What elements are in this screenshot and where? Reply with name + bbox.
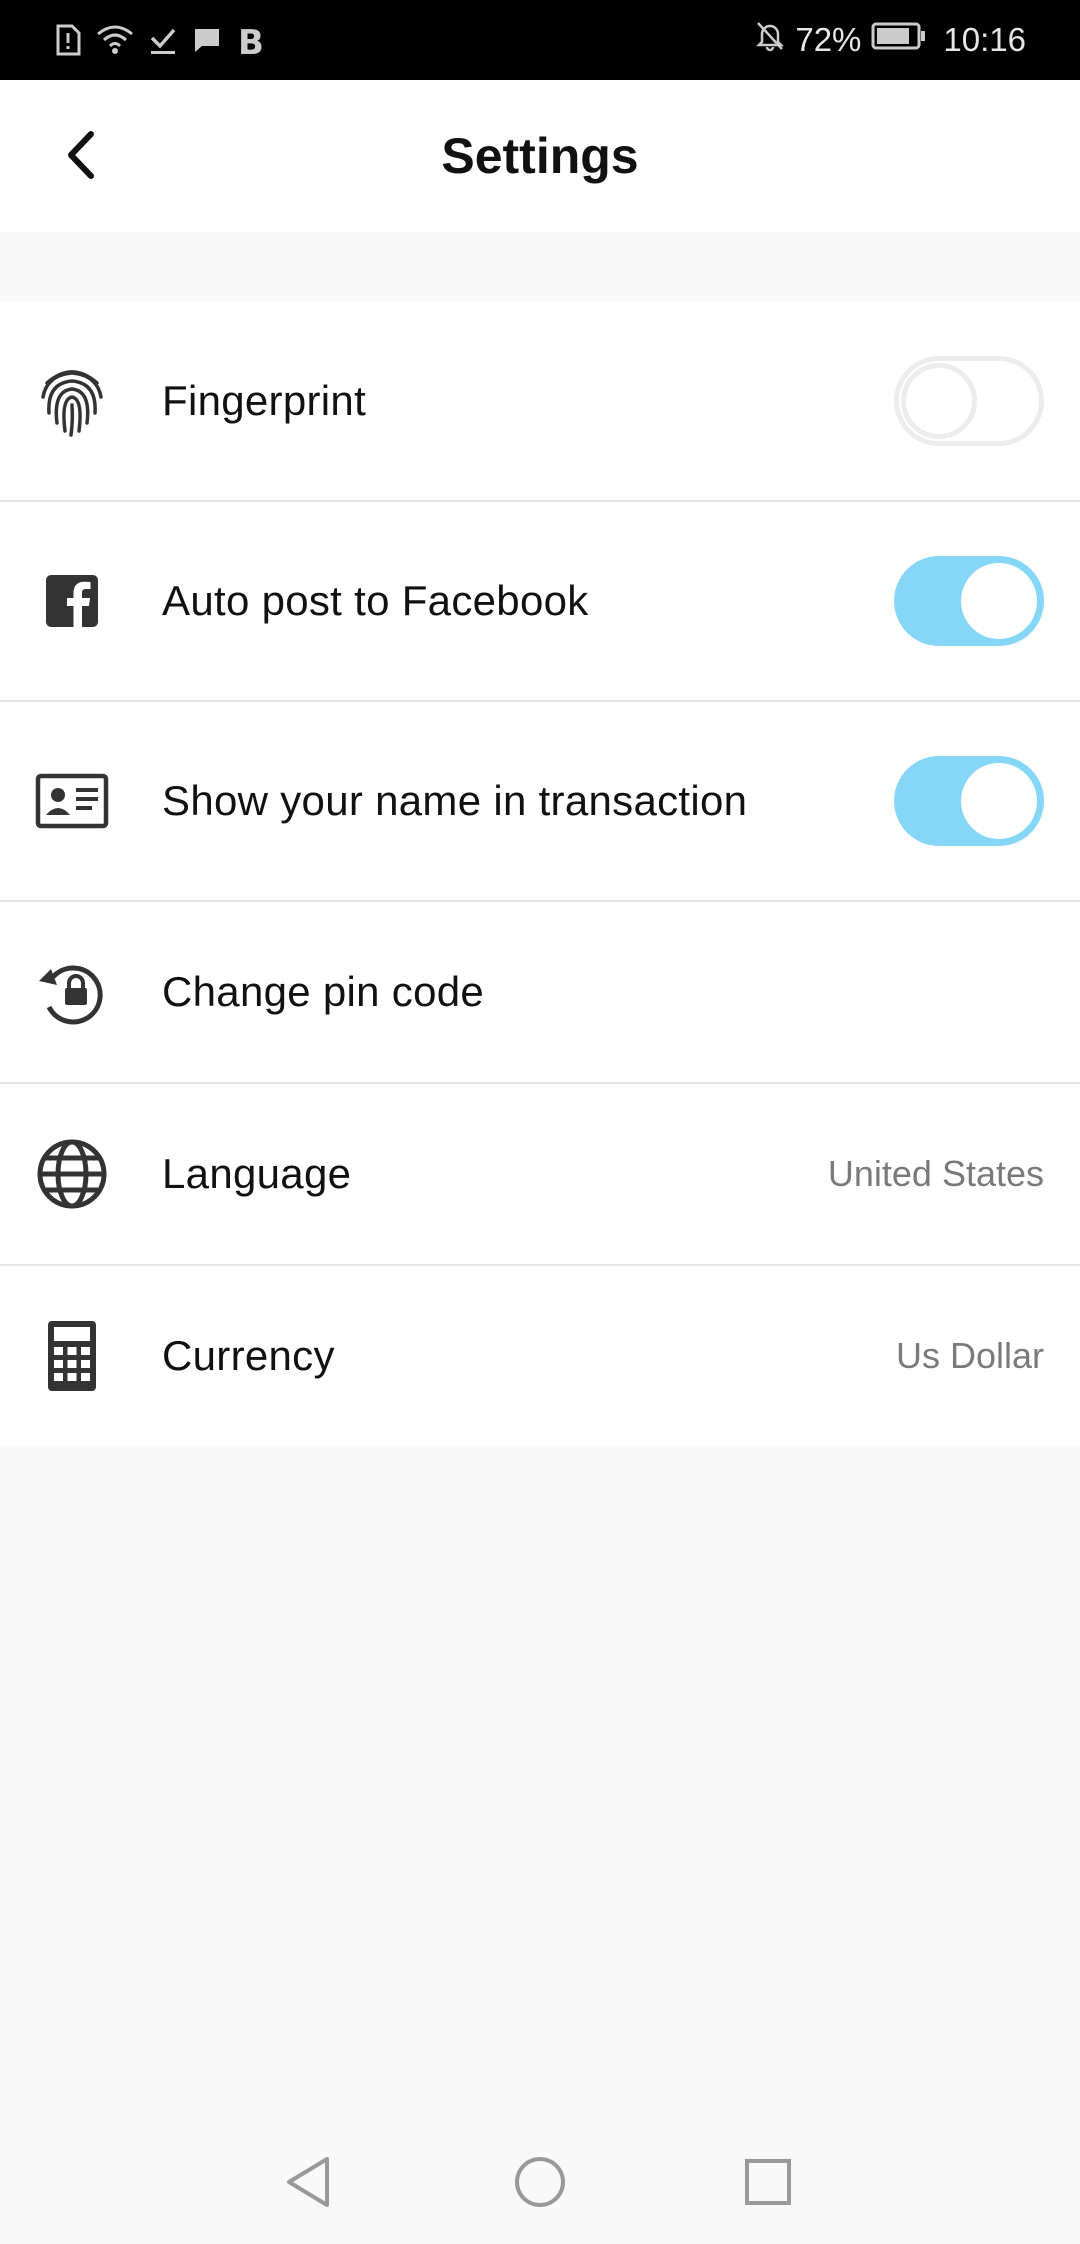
status-bar: B 72% 10:16 [0,0,1080,80]
fingerprint-toggle[interactable] [894,356,1044,446]
setting-label-facebook: Auto post to Facebook [162,577,589,624]
currency-value: Us Dollar [895,1335,1044,1376]
system-nav-bar [0,2124,1080,2244]
toggle-knob [961,763,1037,839]
b-app-icon: B [236,23,268,57]
chevron-left-icon [61,130,101,185]
setting-row-fingerprint[interactable]: Fingerprint [0,302,1080,502]
svg-text:B: B [238,23,264,57]
nav-back-button[interactable] [276,2152,340,2216]
setting-label-fingerprint: Fingerprint [162,377,367,424]
calculator-icon [34,1318,110,1394]
nav-recents-icon [743,2157,793,2212]
setting-row-language[interactable]: Language United States [0,1084,1080,1266]
setting-label-pin: Change pin code [162,968,485,1015]
show-name-toggle[interactable] [894,756,1044,846]
back-button[interactable] [44,120,118,194]
language-value: United States [827,1153,1044,1194]
setting-row-pin[interactable]: Change pin code [0,902,1080,1084]
facebook-toggle[interactable] [894,556,1044,646]
setting-label-language: Language [162,1150,352,1197]
nav-home-button[interactable] [508,2152,572,2216]
fingerprint-icon [34,363,110,439]
clock: 10:16 [943,21,1026,58]
nav-home-icon [513,2155,567,2214]
facebook-icon [34,563,110,639]
lock-reset-icon [34,954,110,1030]
settings-list: Fingerprint Auto post to Facebook Show y… [0,302,1080,1446]
setting-row-facebook[interactable]: Auto post to Facebook [0,502,1080,702]
setting-row-currency[interactable]: Currency Us Dollar [0,1266,1080,1446]
wifi-icon [96,24,134,56]
setting-label-currency: Currency [162,1332,335,1379]
message-icon [192,24,222,56]
globe-icon [34,1136,110,1212]
setting-label-show-name: Show your name in transaction [162,777,748,824]
nav-recents-button[interactable] [736,2152,800,2216]
app-header: Settings [0,80,1080,232]
status-left-icons: B [54,23,268,57]
toggle-knob [901,363,977,439]
download-done-icon [148,24,178,56]
page-title: Settings [441,128,639,184]
battery-icon [871,21,927,59]
sim-alert-icon [54,24,82,56]
id-card-icon [34,763,110,839]
bell-off-icon [755,20,785,60]
battery-percent: 72% [795,21,862,58]
nav-back-icon [283,2155,333,2214]
toggle-knob [961,563,1037,639]
status-right: 72% 10:16 [755,20,1026,60]
setting-row-show-name[interactable]: Show your name in transaction [0,702,1080,902]
